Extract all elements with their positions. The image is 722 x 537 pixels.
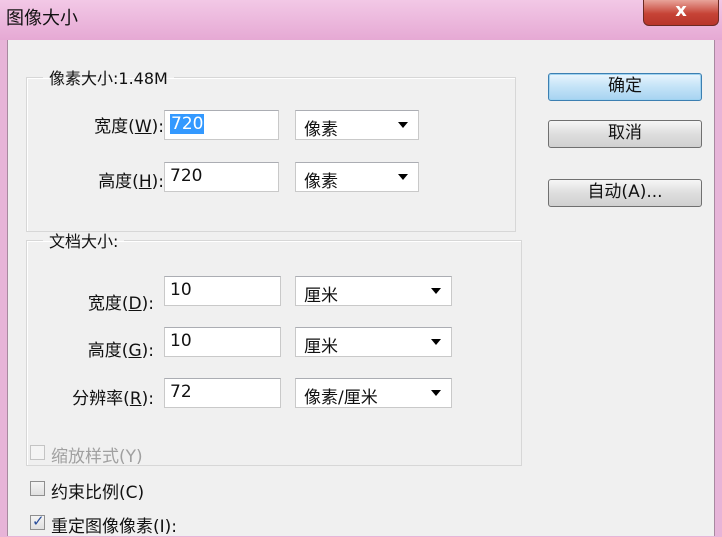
pixel-height-input[interactable]: 720	[164, 162, 279, 192]
pixel-height-unit-select[interactable]: 像素	[295, 162, 419, 192]
chevron-down-icon	[431, 390, 441, 396]
title-bar[interactable]: 图像大小 x	[0, 0, 722, 40]
doc-height-input[interactable]: 10	[164, 327, 281, 357]
chevron-down-icon	[398, 174, 408, 180]
constrain-proportions-label: 约束比例(C)	[51, 483, 145, 503]
document-size-legend: 文档大小:	[49, 232, 119, 251]
auto-button[interactable]: 自动(A)...	[548, 179, 702, 207]
doc-height-unit-select[interactable]: 厘米	[295, 327, 452, 357]
scale-styles-checkbox[interactable]	[30, 445, 45, 460]
resample-label: 重定图像像素(I):	[51, 517, 178, 537]
doc-width-input[interactable]: 10	[164, 276, 281, 306]
pixel-width-input[interactable]: 720	[164, 110, 279, 140]
checkmark-icon: ✓	[32, 512, 45, 530]
resolution-input[interactable]: 72	[164, 378, 281, 408]
resolution-label: 分辨率(R):	[72, 389, 154, 409]
doc-width-unit-select[interactable]: 厘米	[295, 276, 452, 306]
chevron-down-icon	[398, 122, 408, 128]
pixel-dimensions-legend: 像素大小:1.48M	[49, 69, 168, 88]
doc-width-label: 宽度(D):	[87, 294, 154, 314]
close-button[interactable]: x	[643, 0, 719, 26]
chevron-down-icon	[431, 339, 441, 345]
ok-button[interactable]: 确定	[548, 73, 702, 101]
chevron-down-icon	[431, 288, 441, 294]
cancel-button[interactable]: 取消	[548, 120, 702, 148]
resample-checkbox[interactable]: ✓	[30, 512, 45, 530]
close-icon: x	[675, 0, 687, 21]
pixel-width-unit-select[interactable]: 像素	[295, 110, 419, 140]
scale-styles-label: 缩放样式(Y)	[51, 447, 143, 467]
resolution-unit-select[interactable]: 像素/厘米	[295, 378, 452, 408]
doc-height-label: 高度(G):	[87, 341, 154, 361]
pixel-height-label: 高度(H):	[98, 172, 164, 192]
constrain-proportions-checkbox[interactable]	[30, 481, 45, 496]
dialog-body: 像素大小:1.48M 宽度(W): 720 像素 高度(H): 720 像素 文…	[7, 40, 715, 537]
pixel-dimensions-group: 像素大小:1.48M	[26, 65, 516, 232]
pixel-width-label: 宽度(W):	[94, 117, 164, 137]
window-title: 图像大小	[6, 8, 78, 29]
